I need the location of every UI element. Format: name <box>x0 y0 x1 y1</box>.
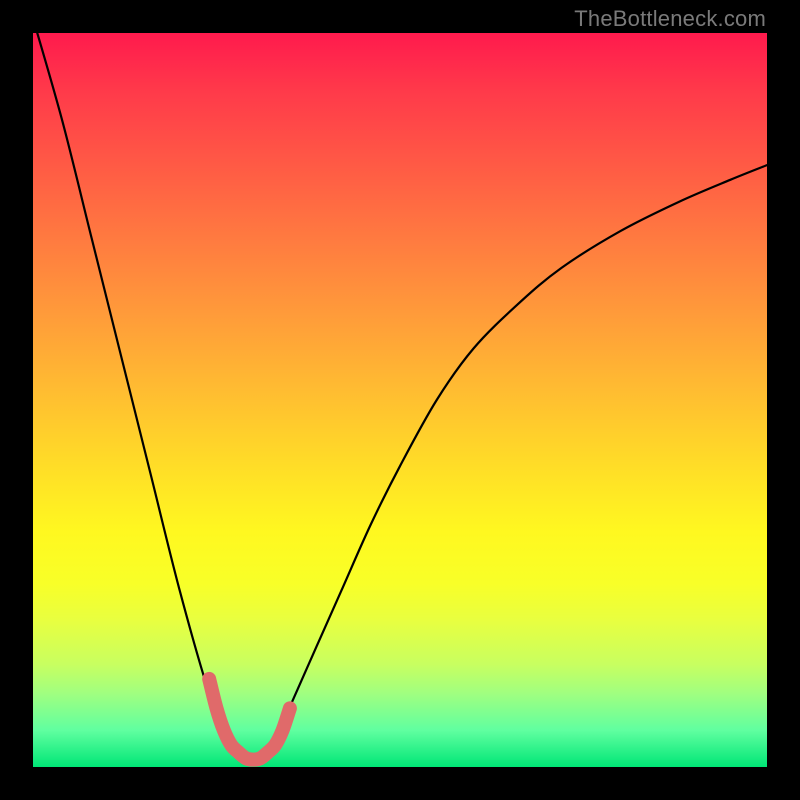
bottleneck-curve-path <box>33 33 767 760</box>
watermark-label: TheBottleneck.com <box>574 6 766 32</box>
chart-plot-area <box>33 33 767 767</box>
optimal-marker-path <box>209 679 290 760</box>
chart-svg <box>33 33 767 767</box>
